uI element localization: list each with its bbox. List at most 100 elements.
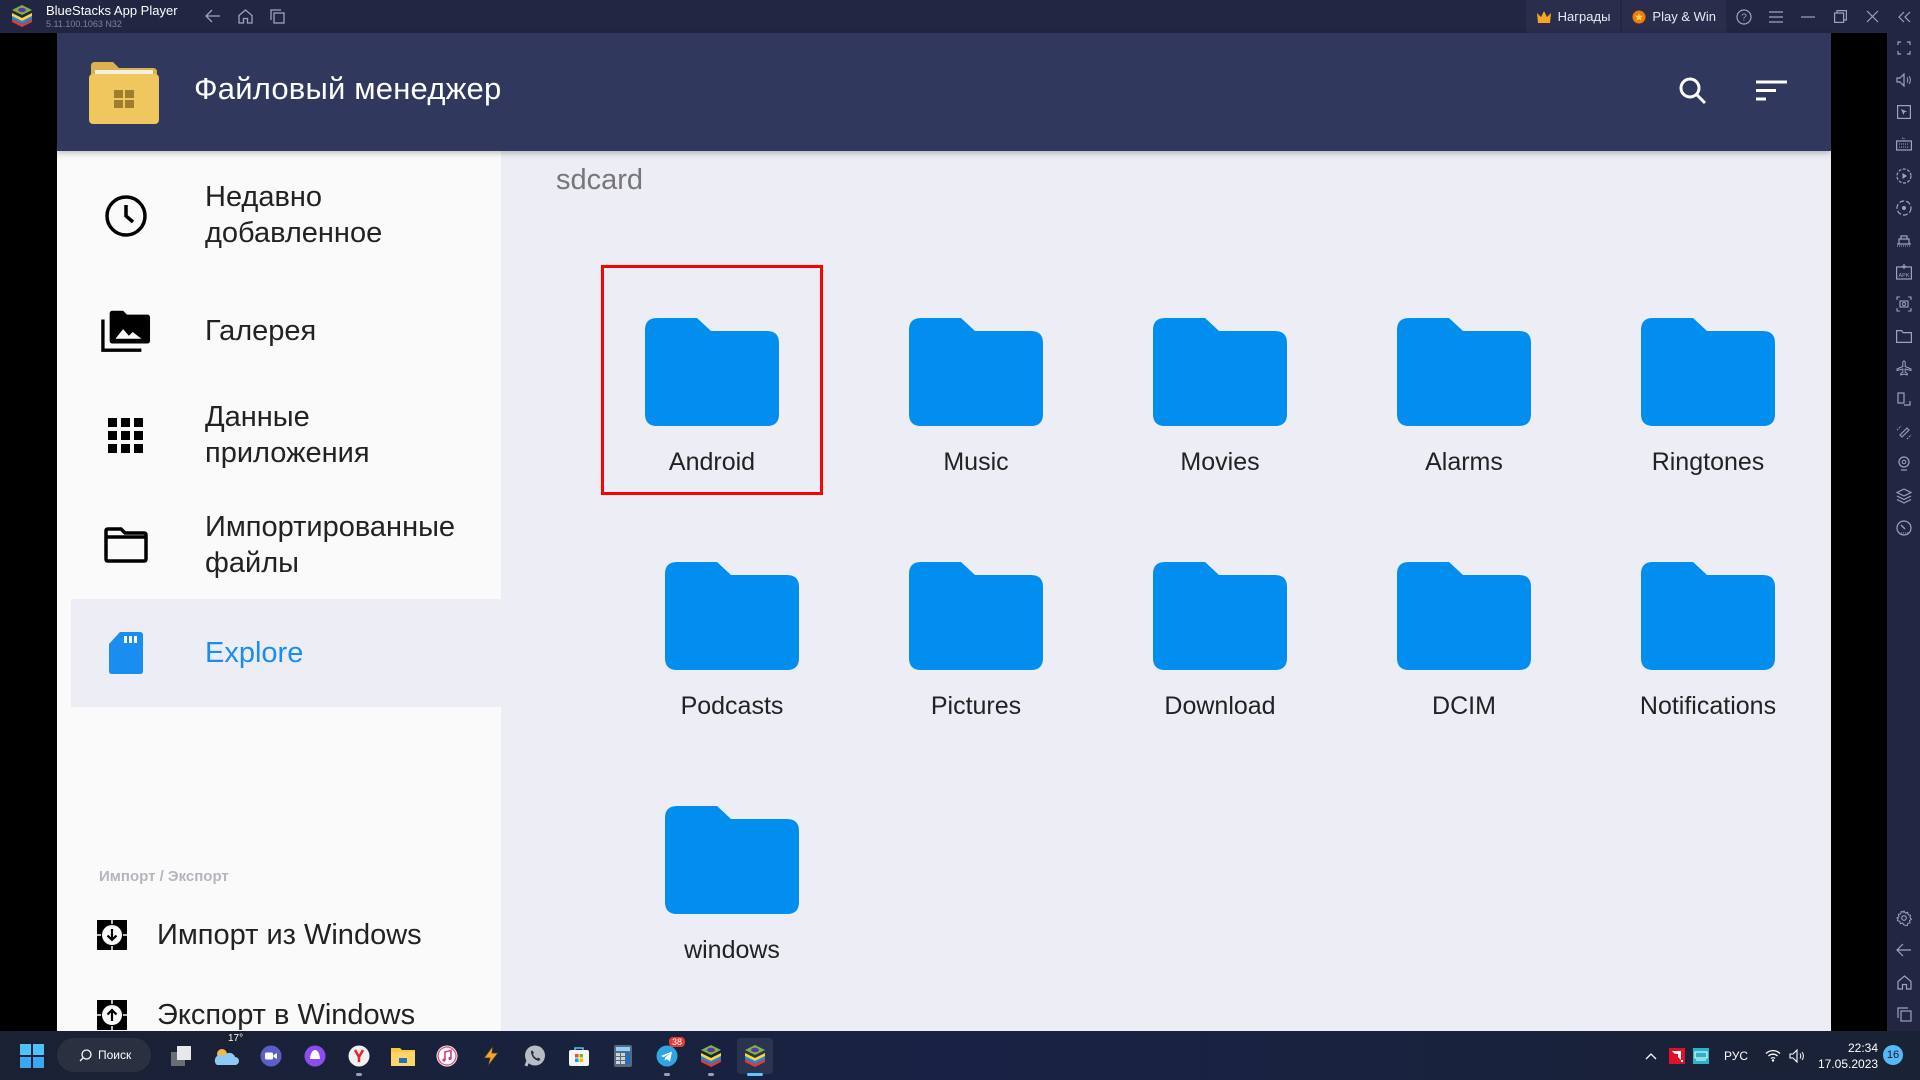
drawer-item-app-data[interactable]: Данные приложения (71, 381, 501, 491)
fullscreen-button[interactable] (1893, 37, 1915, 59)
recent-apps-icon (1896, 1006, 1912, 1022)
folder-name: Music (943, 448, 1009, 476)
side-recents-button[interactable] (1893, 1003, 1915, 1025)
bs-back-button[interactable] (203, 6, 223, 26)
label-line-2: добавленное (205, 217, 383, 249)
folder-item[interactable]: Alarms (1353, 271, 1575, 499)
side-back-button[interactable] (1893, 939, 1915, 961)
import-icon (97, 920, 127, 950)
weather-widget[interactable]: 17° (208, 1033, 246, 1074)
taskbar-app-microsoft-store[interactable] (561, 1038, 597, 1074)
drawer-item-explore[interactable]: Explore (71, 599, 501, 707)
pointer-button[interactable] (1893, 101, 1915, 123)
play-win-icon (1632, 10, 1646, 23)
location-button[interactable] (1893, 453, 1915, 475)
help-icon: ? (1736, 8, 1752, 25)
show-hidden-icons-button[interactable] (1645, 1031, 1657, 1080)
taskbar-app-winamp[interactable] (473, 1038, 509, 1074)
tray-amd-icon[interactable] (1669, 1031, 1685, 1080)
taskbar-app-bluestacks-multi[interactable] (693, 1038, 729, 1076)
taskbar-app-bluestacks[interactable] (737, 1038, 773, 1076)
settings-button[interactable] (1893, 907, 1915, 929)
folder-item[interactable]: Ringtones (1597, 271, 1819, 499)
play-win-button[interactable]: Play & Win (1622, 0, 1726, 33)
drawer-item-gallery[interactable]: Галерея (71, 281, 501, 381)
breadcrumb-path[interactable]: sdcard (556, 164, 643, 197)
start-button[interactable] (14, 1038, 50, 1074)
folder-item[interactable]: Podcasts (621, 515, 843, 743)
tray-keyboard-icon[interactable] (1693, 1031, 1709, 1080)
taskbar-clock[interactable]: 22:34 17.05.2023 (1818, 1040, 1878, 1072)
camera-icon (1896, 296, 1912, 312)
search-label: Поиск (98, 1048, 132, 1062)
file-explorer-icon (391, 1048, 415, 1066)
arrow-left-icon (205, 9, 220, 23)
shake-button[interactable] (1893, 421, 1915, 443)
arrow-left-icon (1896, 943, 1911, 957)
minimize-button[interactable] (1792, 0, 1824, 33)
eco-mode-button[interactable] (1893, 517, 1915, 539)
volume-button[interactable] (1893, 69, 1915, 91)
wifi-status[interactable] (1765, 1031, 1781, 1080)
restore-button[interactable] (1824, 0, 1856, 33)
location-icon (1898, 456, 1910, 471)
folder-item[interactable]: Notifications (1597, 515, 1819, 743)
clock-icon (101, 191, 151, 241)
folder-item[interactable]: Music (865, 271, 1087, 499)
macro-button[interactable] (1893, 165, 1915, 187)
sync-button[interactable] (1893, 197, 1915, 219)
drawer-item-imported-files[interactable]: Импортированные файлы (71, 491, 501, 599)
bs-recents-button[interactable] (267, 6, 287, 26)
help-button[interactable]: ? (1728, 0, 1760, 33)
taskbar-app-yandex-browser[interactable] (341, 1038, 377, 1076)
folder-name: Podcasts (680, 692, 784, 720)
airplane-mode-button[interactable] (1893, 357, 1915, 379)
taskbar-app-telegram[interactable]: 38 (649, 1037, 686, 1076)
airplane-icon (1896, 360, 1912, 376)
folder-item[interactable]: DCIM (1353, 515, 1575, 743)
taskbar-app-itunes[interactable] (429, 1038, 465, 1074)
search-button[interactable] (1673, 71, 1713, 111)
install-apk-button[interactable]: APK (1893, 261, 1915, 283)
folder-name: Movies (1180, 448, 1260, 476)
rewards-button[interactable]: Награды (1525, 0, 1621, 33)
telegram-unread-badge: 38 (669, 1037, 686, 1047)
media-folder-button[interactable] (1893, 325, 1915, 347)
folder-item[interactable]: Android (601, 265, 823, 495)
screenshot-button[interactable] (1893, 293, 1915, 315)
bluestacks-icon (745, 1045, 765, 1067)
import-from-windows-button[interactable]: Импорт из Windows (97, 913, 422, 957)
collapse-sidebar-button[interactable] (1888, 0, 1920, 33)
multi-instance-button[interactable] (1893, 485, 1915, 507)
menu-button[interactable] (1760, 0, 1792, 33)
taskbar-app-whatsapp[interactable] (517, 1038, 553, 1074)
bs-home-button[interactable] (235, 6, 255, 26)
folder-item[interactable]: Movies (1109, 271, 1331, 499)
close-button[interactable] (1856, 0, 1888, 33)
taskbar-app-file-explorer[interactable] (385, 1038, 421, 1074)
folder-item[interactable]: Pictures (865, 515, 1087, 743)
taskbar-app-alice[interactable] (297, 1038, 333, 1074)
double-chevron-left-icon (1898, 11, 1911, 22)
folder-item[interactable]: windows (621, 759, 843, 987)
file-manager-app: Файловый менеджер Недавно добавленное Га… (57, 33, 1831, 1031)
volume-status[interactable] (1789, 1031, 1805, 1080)
notification-center-badge[interactable]: 16 (1883, 1045, 1903, 1065)
label-line-1: Недавно (205, 181, 323, 213)
clock-time: 22:34 (1847, 1041, 1878, 1055)
side-home-button[interactable] (1893, 971, 1915, 993)
rotate-button[interactable] (1893, 389, 1915, 411)
crown-icon (1536, 11, 1551, 23)
taskbar-app-meet[interactable] (253, 1038, 289, 1074)
task-view-button[interactable] (164, 1038, 200, 1074)
sd-card-icon (101, 628, 151, 678)
sort-button[interactable] (1752, 71, 1792, 111)
taskbar-app-calculator[interactable] (605, 1038, 641, 1074)
bluestacks-logo-icon (12, 5, 32, 27)
language-indicator[interactable]: РУС (1724, 1031, 1748, 1080)
taskbar-search[interactable]: Поиск (57, 1038, 151, 1072)
folder-item[interactable]: Download (1109, 515, 1331, 743)
keyboard-controls-button[interactable] (1893, 133, 1915, 155)
game-controls-button[interactable] (1893, 229, 1915, 251)
drawer-item-recent[interactable]: Недавно добавленное (71, 151, 501, 281)
